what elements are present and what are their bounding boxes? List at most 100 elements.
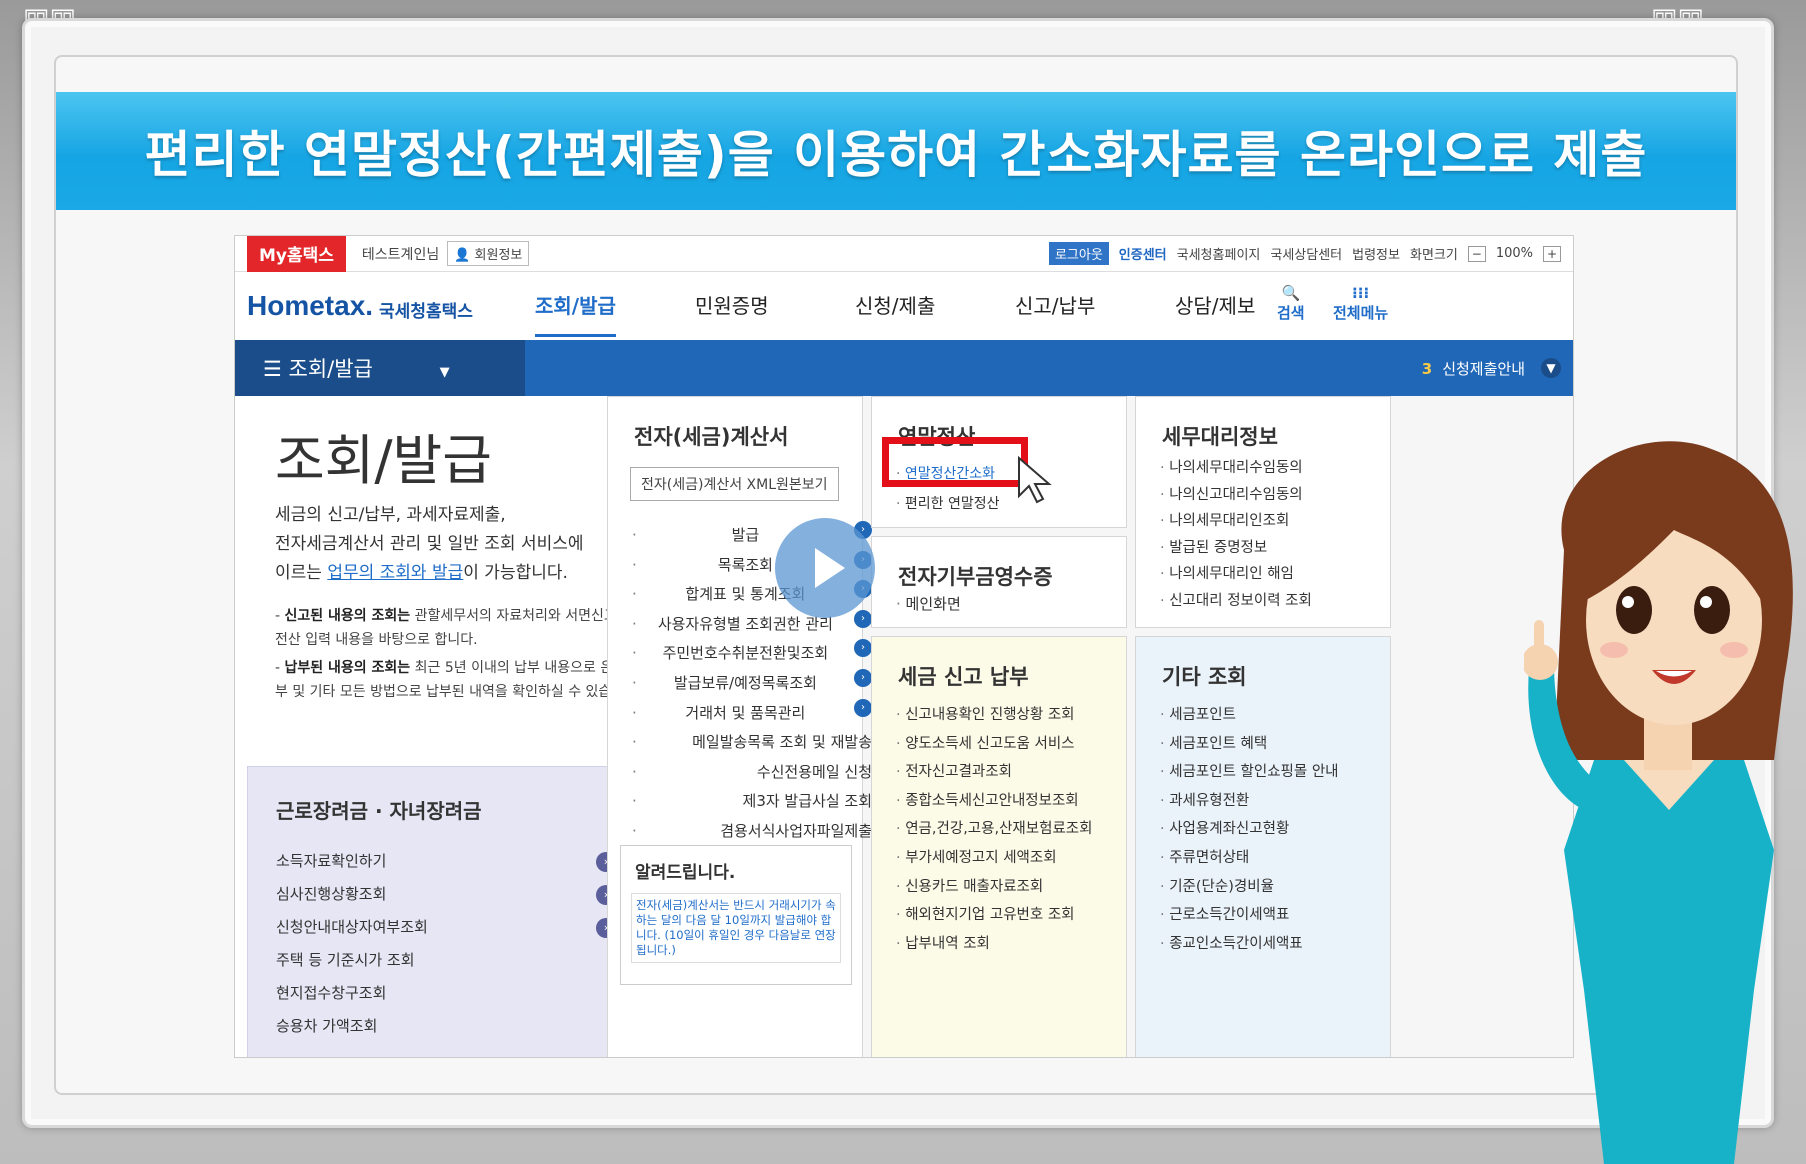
page-heading: 조회/발급 [275, 429, 492, 492]
zoom-out-button[interactable]: − [1467, 245, 1486, 262]
note-reported: - 신고된 내용의 조회는 관할세무서의 자료처리와 서면신고분의 전산 입력 … [275, 608, 643, 648]
list-item[interactable]: 근로소득간이세액표 [1160, 901, 1339, 930]
list-item[interactable]: 메일발송목록 조회 및 재발송 [632, 728, 872, 758]
tax-column: 세금 신고 납부 신고내용확인 진행상황 조회 양도소득세 신고도움 서비스 전… [871, 636, 1127, 1057]
list-item[interactable]: 편리한 연말정산 [896, 489, 1000, 519]
arrow-icon: › [853, 609, 872, 628]
list-item[interactable]: 세금포인트 [1160, 701, 1339, 730]
presenter-character-illustration [1524, 441, 1793, 1164]
logo-agency: 국세청홈택스 [379, 302, 473, 322]
note1-bold: 신고된 내용의 조회는 [284, 608, 411, 624]
list-item[interactable]: 메인화면 [896, 593, 961, 614]
all-menu-button[interactable]: ⁝⁝⁝ 전체메뉴 [1333, 284, 1388, 323]
grid-icon: ⁝⁝⁝ [1352, 284, 1370, 302]
list-item[interactable]: 신용카드 매출자료조회 [896, 873, 1092, 902]
agent-column: 세무대리정보 나의세무대리수임동의 나의신고대리수임동의 나의세무대리인조회 발… [1135, 396, 1391, 628]
desc-link[interactable]: 업무의 조회와 발급 [327, 563, 463, 583]
zoom-in-button[interactable]: + [1543, 245, 1561, 262]
list-item-label: 목록조회 [717, 555, 773, 574]
list-item[interactable]: 제3자 발급사실 조회 [632, 787, 872, 817]
list-item[interactable]: 주택 등 기준시가 조회 [276, 944, 616, 977]
list-item[interactable]: 전자신고결과조회 [896, 758, 1092, 787]
list-item[interactable]: 나의신고대리수임동의 [1160, 482, 1312, 509]
law-info-link[interactable]: 법령정보 [1352, 244, 1400, 263]
list-item[interactable]: 나의세무대리수임동의 [1160, 455, 1312, 482]
incentive-list: 소득자료확인하기 › 심사진행상황조회 › 신청안내대상자여부조회 › 주택 등 기준… [276, 845, 616, 1043]
search-label: 검색 [1277, 304, 1305, 322]
chevron-down-icon[interactable]: ▼ [1541, 358, 1561, 378]
list-item[interactable]: 심사진행상황조회 › [276, 878, 616, 911]
list-item[interactable]: 납부내역 조회 [896, 930, 1092, 959]
desc-line-2: 전자세금계산서 관리 및 일반 조회 서비스에 [275, 534, 584, 554]
list-item[interactable]: 겸용서식사업자파일제출 [632, 817, 872, 847]
list-item[interactable]: 신고내용확인 진행상황 조회 [896, 701, 1092, 730]
section-dropdown[interactable]: ☰ 조회/발급 ▼ [263, 353, 450, 383]
top-utility-bar: My홈택스 테스트계인님 👤 회원정보 로그아웃 인증센터 국세청홈페이지 국세… [235, 236, 1573, 272]
list-item[interactable]: 수신전용메일 신청 [632, 758, 872, 788]
list-item[interactable]: 주류면허상태 [1160, 844, 1339, 873]
my-hometax-button[interactable]: My홈택스 [247, 236, 346, 272]
xml-view-button[interactable]: 전자(세금)계산서 XML원본보기 [630, 467, 839, 501]
list-item[interactable]: 연금,건강,고용,산재보험료조회 [896, 815, 1092, 844]
agent-list: 나의세무대리수임동의 나의신고대리수임동의 나의세무대리인조회 발급된 증명정보… [1160, 455, 1312, 614]
play-button[interactable] [775, 518, 875, 618]
menu-inquiry-issue-label: 조회/발급 [535, 293, 616, 337]
section-label: 조회/발급 [288, 357, 373, 381]
etc-column: 기타 조회 세금포인트 세금포인트 혜택 세금포인트 할인쇼핑몰 안내 과세유형… [1135, 636, 1391, 1057]
list-item[interactable]: 양도소득세 신고도움 서비스 [896, 730, 1092, 759]
list-item[interactable]: 나의세무대리인 해임 [1160, 561, 1312, 588]
list-item[interactable]: 부가세예정고지 세액조회 [896, 844, 1092, 873]
main-nav: Hometax. 국세청홈택스 조회/발급 민원증명 신청/제출 신고/납부 상… [235, 272, 1573, 340]
list-item[interactable]: 거래처 및 품목관리 › [632, 698, 872, 729]
list-item[interactable]: 나의세무대리인조회 [1160, 508, 1312, 535]
list-item[interactable]: 소득자료확인하기 › [276, 845, 616, 878]
member-info-button[interactable]: 👤 회원정보 [447, 241, 530, 266]
cert-center-link[interactable]: 인증센터 [1119, 244, 1167, 263]
menu-apply-submit[interactable]: 신청/제출 [855, 290, 1015, 323]
section-bar: ☰ 조회/발급 ▼ 3 신청제출안내 ▼ [235, 340, 1573, 396]
yearend-column: 연말정산 연말정산간소화 편리한 연말정산 [871, 396, 1127, 528]
logout-button[interactable]: 로그아웃 [1048, 242, 1109, 265]
list-item-label: 현지접수창구조회 [276, 984, 387, 1002]
menu-civil-cert[interactable]: 민원증명 [695, 290, 855, 323]
desc-line-1: 세금의 신고/납부, 과세자료제출, [275, 505, 506, 525]
notice-ticker[interactable]: 3 신청제출안내 [1422, 358, 1525, 379]
donation-column: 전자기부금영수증 메인화면 [871, 536, 1127, 628]
list-item-label: 발급보류/예정목록조회 [673, 673, 817, 692]
list-item[interactable]: 발급된 증명정보 [1160, 535, 1312, 562]
consult-center-link[interactable]: 국세상담센터 [1270, 244, 1342, 263]
list-item[interactable]: 기준(단순)경비율 [1160, 873, 1339, 902]
list-item[interactable]: 현지접수창구조회 [276, 977, 616, 1010]
main-menu: 조회/발급 민원증명 신청/제출 신고/납부 상담/제보 [535, 290, 1335, 337]
search-button[interactable]: 🔍 검색 [1277, 284, 1305, 323]
list-item[interactable]: 주민번호수취분전환및조회 › [632, 639, 872, 669]
list-item[interactable]: 해외현지기업 고유번호 조회 [896, 901, 1092, 930]
list-item-label: 거래처 및 품목관리 [685, 703, 806, 722]
content-area: 조회/발급 세금의 신고/납부, 과세자료제출, 전자세금계산서 관리 및 일반… [235, 396, 1573, 1057]
nts-home-link[interactable]: 국세청홈페이지 [1177, 244, 1261, 263]
agent-title: 세무대리정보 [1162, 425, 1278, 449]
menu-inquiry-issue[interactable]: 조회/발급 [535, 290, 695, 337]
invoice-title: 전자(세금)계산서 [634, 425, 789, 449]
list-item[interactable]: 신고대리 정보이력 조회 [1160, 588, 1312, 615]
list-item-label: 제3자 발급사실 조회 [742, 792, 872, 811]
list-item[interactable]: 신청안내대상자여부조회 › [276, 911, 616, 944]
list-item[interactable]: 종합소득세신고안내정보조회 [896, 787, 1092, 816]
menu-consult[interactable]: 상담/제보 [1175, 290, 1335, 323]
list-item-label: 발급 [731, 526, 760, 544]
list-item[interactable]: 세금포인트 할인쇼핑몰 안내 [1160, 758, 1338, 787]
notice-text: 신청제출안내 [1442, 359, 1525, 378]
menu-report-pay[interactable]: 신고/납부 [1015, 290, 1175, 323]
all-menu-label: 전체메뉴 [1333, 304, 1389, 322]
list-item[interactable]: 발급보류/예정목록조회 › [632, 668, 872, 699]
list-item[interactable]: 사업용계좌신고현황 [1160, 815, 1339, 844]
screen-size-label: 화면크기 [1409, 248, 1458, 263]
list-item[interactable]: 세금포인트 혜택 [1160, 730, 1339, 759]
list-item-label: 심사진행상황조회 [276, 885, 387, 903]
frame-inner: 편리한 연말정산(간편제출)을 이용하여 간소화자료를 온라인으로 제출 My홈… [54, 55, 1738, 1095]
list-item[interactable]: 종교인소득간이세액표 [1160, 930, 1339, 959]
list-item[interactable]: 과세유형전환 [1160, 787, 1339, 816]
page-description: 세금의 신고/납부, 과세자료제출, 전자세금계산서 관리 및 일반 조회 서비… [275, 501, 645, 588]
hometax-logo[interactable]: Hometax. 국세청홈택스 [247, 290, 473, 322]
list-item[interactable]: 승용차 가액조회 [276, 1010, 616, 1043]
